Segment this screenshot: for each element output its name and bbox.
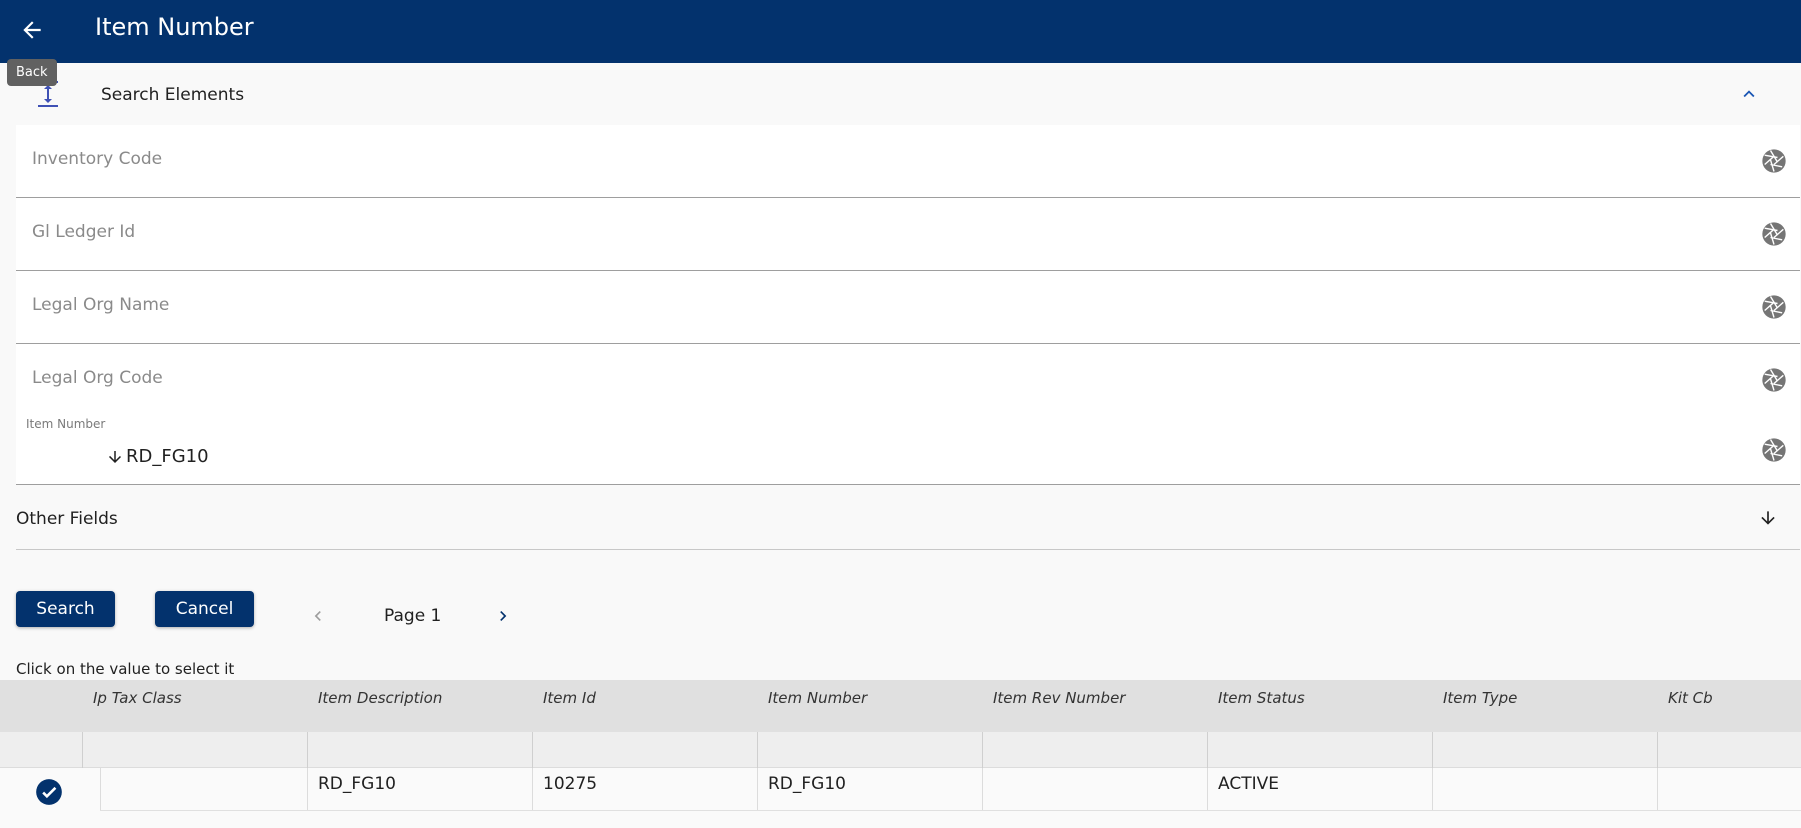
chevron-left-icon[interactable] xyxy=(308,604,328,628)
legal-org-name-placeholder: Legal Org Name xyxy=(32,295,170,315)
cell-ip-tax-class[interactable] xyxy=(100,768,307,810)
legal-org-code-placeholder: Legal Org Code xyxy=(32,368,163,388)
column-header[interactable]: Item Type xyxy=(1443,689,1517,707)
filter-divider xyxy=(82,732,83,768)
cell-item-type[interactable] xyxy=(1432,768,1657,810)
arrow-left-icon xyxy=(23,21,41,39)
item-number-text: RD_FG10 xyxy=(126,446,209,467)
selection-hint: Click on the value to select it xyxy=(16,660,235,678)
cancel-button[interactable]: Cancel xyxy=(155,591,254,627)
table-row[interactable]: RD_FG10 10275 RD_FG10 ACTIVE xyxy=(0,768,1801,828)
filter-divider xyxy=(1657,732,1658,768)
item-number-field[interactable]: Item Number RD_FG10 xyxy=(16,412,1800,485)
cell-item-status[interactable]: ACTIVE xyxy=(1207,768,1432,810)
lookup-icon[interactable] xyxy=(1760,436,1788,464)
item-number-label: Item Number xyxy=(26,417,106,431)
back-tooltip: Back xyxy=(7,59,57,86)
filter-divider xyxy=(1207,732,1208,768)
lookup-icon[interactable] xyxy=(1760,366,1788,394)
legal-org-name-field[interactable]: Legal Org Name xyxy=(16,271,1800,344)
page-title: Item Number xyxy=(95,13,254,41)
filter-divider xyxy=(1432,732,1433,768)
cell-item-number[interactable]: RD_FG10 xyxy=(757,768,982,810)
column-header[interactable]: Kit Cb xyxy=(1668,689,1713,707)
chevron-up-icon[interactable] xyxy=(1738,83,1760,105)
back-button[interactable] xyxy=(14,12,50,48)
other-fields-label: Other Fields xyxy=(16,509,118,529)
cell-kit-cb[interactable] xyxy=(1657,768,1801,810)
grid-header: Ip Tax Class Item Description Item Id It… xyxy=(0,680,1801,732)
page-indicator: Page 1 xyxy=(384,606,442,626)
filter-divider xyxy=(757,732,758,768)
search-button[interactable]: Search xyxy=(16,591,115,627)
cell-item-rev-number[interactable] xyxy=(982,768,1207,810)
chevron-right-icon[interactable] xyxy=(493,604,513,628)
item-number-value: RD_FG10 xyxy=(106,446,209,467)
lookup-icon[interactable] xyxy=(1760,220,1788,248)
results-grid: Ip Tax Class Item Description Item Id It… xyxy=(0,680,1801,828)
gl-ledger-id-field[interactable]: Gl Ledger Id xyxy=(16,198,1800,271)
column-header[interactable]: Item Id xyxy=(543,689,596,707)
inventory-code-field[interactable]: Inventory Code xyxy=(16,125,1800,198)
cell-item-id[interactable]: 10275 xyxy=(532,768,757,810)
search-elements-label: Search Elements xyxy=(101,85,245,105)
filter-divider xyxy=(982,732,983,768)
arrow-down-icon xyxy=(1761,511,1775,525)
column-header[interactable]: Item Description xyxy=(318,689,442,707)
grid-filter-row xyxy=(0,732,1801,768)
row-divider xyxy=(100,810,1801,811)
arrow-down-icon xyxy=(109,450,121,463)
column-header[interactable]: Ip Tax Class xyxy=(93,689,182,707)
lookup-icon[interactable] xyxy=(1760,147,1788,175)
legal-org-code-field[interactable]: Legal Org Code xyxy=(16,344,1800,417)
column-header[interactable]: Item Status xyxy=(1218,689,1305,707)
search-elements-header[interactable]: Search Elements xyxy=(16,63,1800,125)
cell-item-description[interactable]: RD_FG10 xyxy=(307,768,532,810)
lookup-icon[interactable] xyxy=(1760,293,1788,321)
other-fields-toggle[interactable]: Other Fields xyxy=(16,486,1800,550)
column-header[interactable]: Item Number xyxy=(768,689,867,707)
filter-divider xyxy=(532,732,533,768)
check-circle-icon[interactable] xyxy=(35,778,63,806)
column-header[interactable]: Item Rev Number xyxy=(993,689,1125,707)
gl-ledger-id-placeholder: Gl Ledger Id xyxy=(32,222,136,242)
filter-divider xyxy=(307,732,308,768)
inventory-code-placeholder: Inventory Code xyxy=(32,149,163,169)
app-bar: Item Number xyxy=(0,0,1801,63)
